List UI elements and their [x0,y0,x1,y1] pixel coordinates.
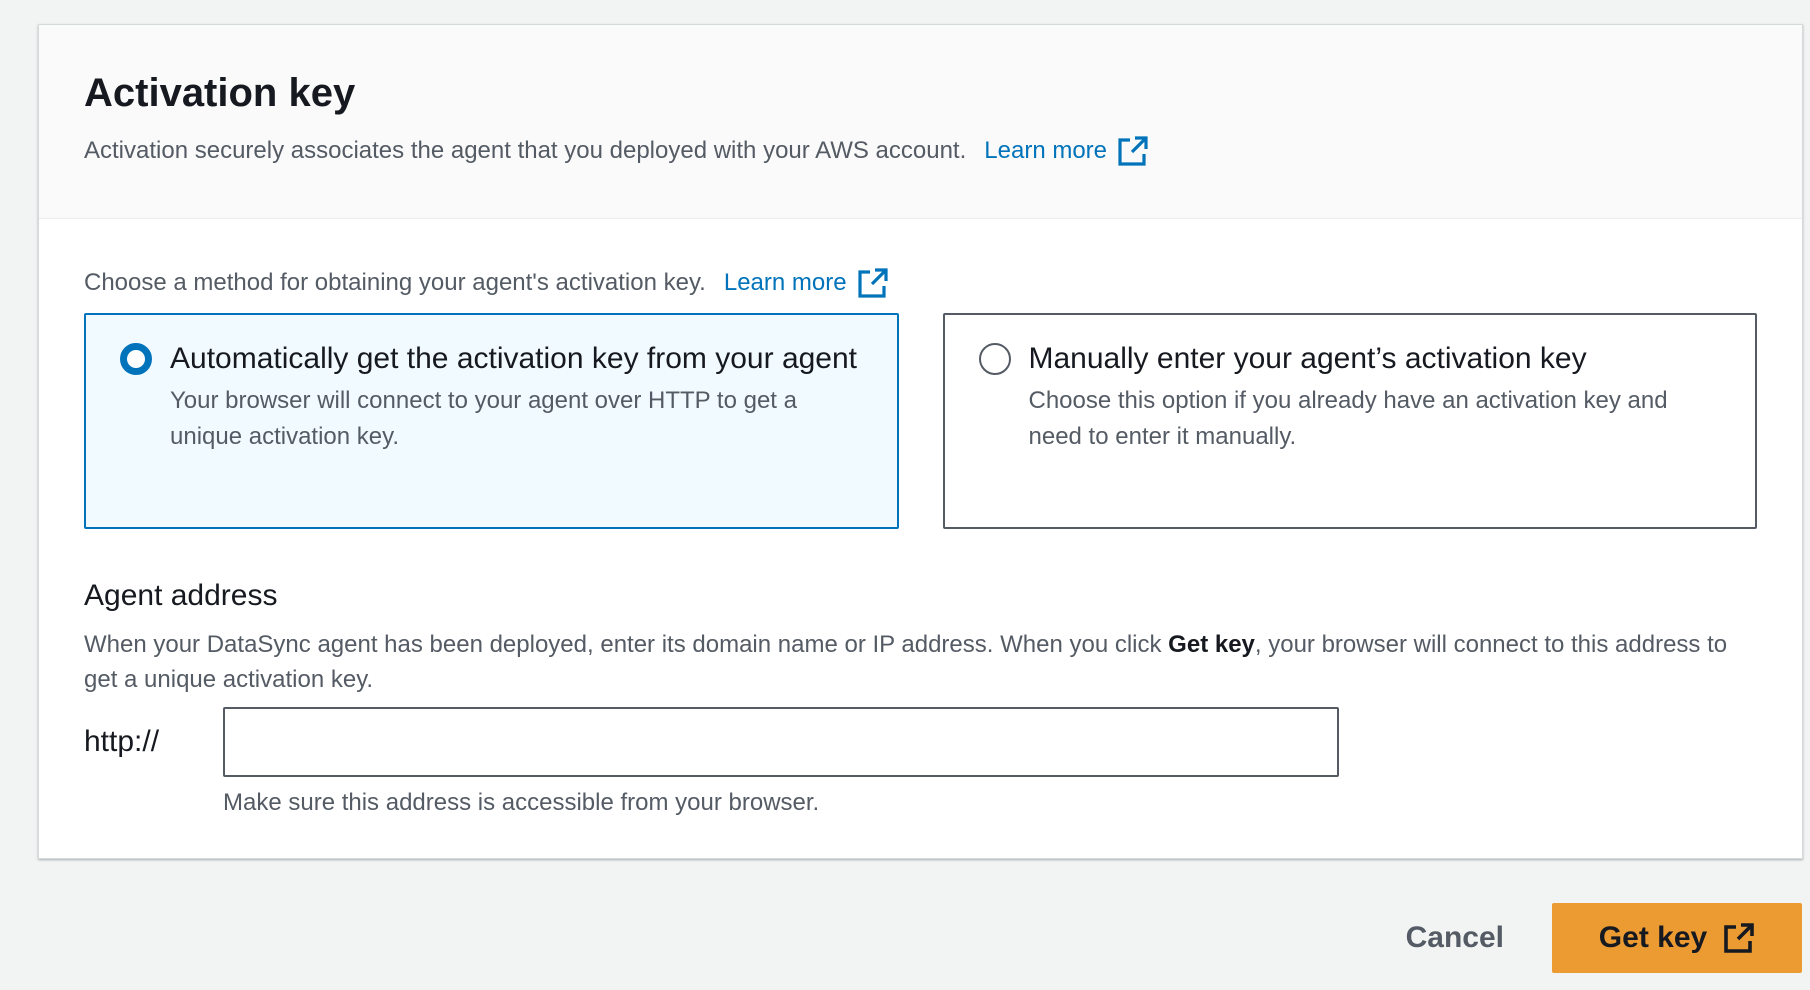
learn-more-label: Learn more [984,137,1108,164]
tile-content: Automatically get the activation key fro… [170,341,863,527]
external-link-icon [1724,923,1755,953]
agent-address-constraint: Make sure this address is accessible fro… [223,789,820,816]
radio-icon[interactable] [978,343,1011,375]
agent-address-row: http:// [84,707,1757,777]
panel-header: Activation key Activation securely assoc… [39,25,1802,219]
url-prefix: http:// [84,725,160,758]
external-link-icon [857,268,888,298]
method-description-row: Choose a method for obtaining your agent… [84,267,1757,299]
learn-more-link-method[interactable]: Learn more [724,267,889,299]
tile-manual[interactable]: Manually enter your agent’s activation k… [942,313,1757,529]
learn-more-label: Learn more [723,269,847,296]
radio-icon[interactable] [120,343,152,375]
agent-address-label: Agent address [84,579,278,612]
learn-more-link-header[interactable]: Learn more [984,135,1149,167]
get-key-button[interactable]: Get key [1552,903,1802,973]
description-text: When your DataSync agent has been deploy… [84,631,1169,658]
panel-description-row: Activation securely associates the agent… [84,135,1802,167]
tile-label: Automatically get the activation key fro… [170,342,858,375]
agent-address-input[interactable] [223,707,1339,777]
tile-description: Your browser will connect to your agent … [170,387,797,450]
panel-description: Activation securely associates the agent… [84,137,967,164]
panel-body: Choose a method for obtaining your agent… [39,219,1802,817]
cancel-button[interactable]: Cancel [1406,921,1504,955]
activation-key-panel: Activation key Activation securely assoc… [38,24,1803,859]
footer-actions: Cancel Get key [1406,903,1802,973]
agent-address-description: When your DataSync agent has been deploy… [84,627,1757,697]
method-description: Choose a method for obtaining your agent… [84,269,706,296]
tile-label: Manually enter your agent’s activation k… [1028,342,1587,375]
method-tiles: Automatically get the activation key fro… [84,313,1757,529]
tile-content: Manually enter your agent’s activation k… [1029,341,1722,527]
tile-description: Choose this option if you already have a… [1028,387,1668,450]
description-bold: Get key [1168,631,1255,658]
external-link-icon [1118,136,1148,166]
panel-title: Activation key [84,71,356,115]
tile-automatic[interactable]: Automatically get the activation key fro… [84,313,899,529]
get-key-label: Get key [1598,921,1708,954]
